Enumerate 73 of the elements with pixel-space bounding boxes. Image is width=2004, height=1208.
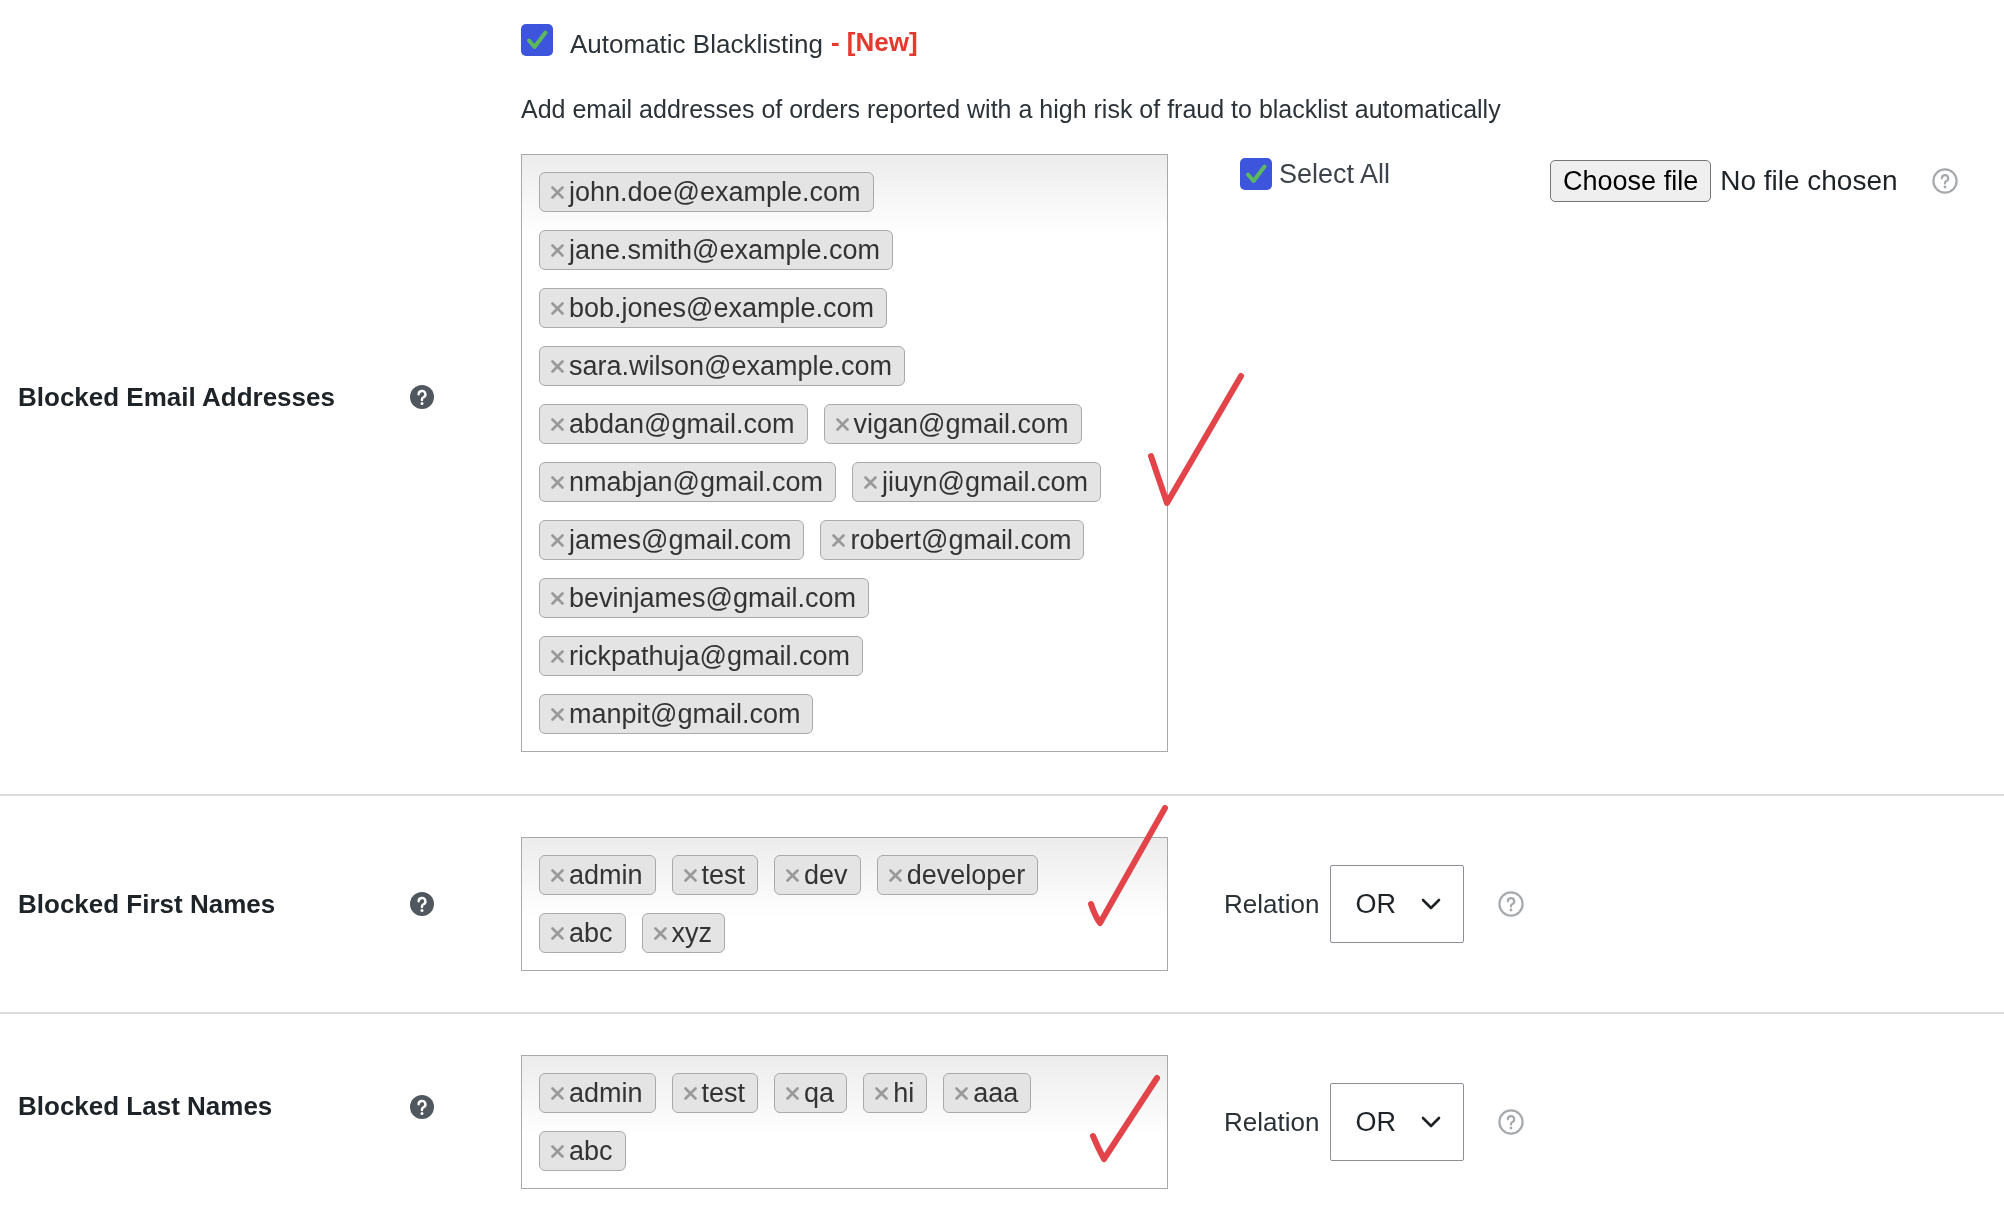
new-label: - [New] [830, 25, 918, 58]
tag-chip[interactable]: admin [539, 855, 656, 895]
close-icon[interactable] [551, 926, 564, 940]
tag-chip[interactable]: bevinjames@gmail.com [539, 578, 869, 618]
close-icon[interactable] [551, 243, 564, 257]
close-icon[interactable] [551, 185, 564, 199]
close-icon[interactable] [683, 868, 697, 882]
tag-chip[interactable]: john.doe@example.com [539, 172, 874, 212]
close-icon[interactable] [786, 1086, 800, 1100]
tag-chip[interactable]: nmabjan@gmail.com [539, 462, 836, 502]
name-tags-field[interactable]: admin test qa hi aaa abc [521, 1055, 1168, 1189]
tag-chip[interactable]: aaa [943, 1073, 1032, 1113]
name-tags-field[interactable]: admin test dev developer abc xyz [521, 837, 1168, 971]
close-icon[interactable] [835, 417, 849, 431]
close-icon[interactable] [551, 475, 564, 489]
tag-chip[interactable]: vigan@gmail.com [823, 404, 1082, 444]
field-label: Blocked First Names [18, 888, 277, 920]
chevron-down-icon[interactable] [1421, 898, 1442, 910]
relation-dropdown[interactable]: OR [1330, 865, 1465, 943]
close-icon[interactable] [551, 301, 564, 315]
tag-chip[interactable]: test [671, 855, 759, 895]
close-icon[interactable] [875, 1086, 889, 1100]
close-icon[interactable] [551, 417, 564, 431]
tag-chip[interactable]: test [671, 1073, 759, 1113]
close-icon[interactable] [551, 1144, 564, 1158]
help-icon[interactable] [410, 1094, 434, 1119]
tag-chip[interactable]: dev [774, 855, 861, 895]
checkbox-label: Automatic Blacklisting [570, 27, 823, 60]
tag-chip[interactable]: bob.jones@example.com [539, 288, 888, 328]
chevron-down-icon[interactable] [1421, 1116, 1442, 1128]
field-label: Blocked Last Names [18, 1091, 274, 1122]
tag-chip[interactable]: jane.smith@example.com [539, 230, 894, 270]
relation-label: Relation [1224, 888, 1320, 920]
close-icon[interactable] [832, 533, 846, 547]
close-icon[interactable] [551, 359, 564, 373]
tag-chip[interactable]: abdan@gmail.com [539, 404, 808, 444]
tag-chip[interactable]: admin [539, 1073, 656, 1113]
email-tags-field[interactable] [521, 154, 1168, 752]
checkbox[interactable] [521, 24, 553, 56]
tag-chip[interactable]: hi [863, 1073, 928, 1113]
close-icon[interactable] [551, 868, 564, 882]
tag-chip[interactable]: abc [539, 913, 626, 953]
close-icon[interactable] [551, 1086, 564, 1100]
tag-chip[interactable]: james@gmail.com [539, 520, 805, 560]
relation-dropdown[interactable]: OR [1330, 1083, 1465, 1161]
close-icon[interactable] [551, 533, 564, 547]
close-icon[interactable] [683, 1086, 697, 1100]
close-icon[interactable] [786, 868, 800, 882]
close-icon[interactable] [653, 926, 667, 940]
field-description: Add email addresses of orders reported with a high risk of fraud to blacklist automatically [521, 94, 1502, 124]
tag-chip[interactable]: qa [774, 1073, 848, 1113]
checkbox[interactable] [1240, 158, 1272, 190]
tag-chip[interactable]: abc [539, 1131, 626, 1171]
choose-file-button[interactable]: Choose file [1550, 160, 1712, 202]
tag-chip[interactable]: sara.wilson@example.com [539, 346, 906, 386]
close-icon[interactable] [955, 1086, 969, 1100]
tag-chip[interactable]: manpit@gmail.com [539, 694, 814, 734]
tag-chip[interactable]: rickpathuja@gmail.com [539, 636, 863, 676]
close-icon[interactable] [888, 868, 902, 882]
field-label: Blocked Email Addresses [18, 381, 336, 413]
close-icon[interactable] [864, 475, 877, 489]
tag-chip[interactable]: jiuyn@gmail.com [852, 462, 1101, 502]
help-icon[interactable] [410, 892, 434, 916]
tag-chip[interactable]: robert@gmail.com [820, 520, 1085, 560]
tag-chip[interactable]: xyz [641, 913, 726, 953]
close-icon[interactable] [551, 591, 564, 605]
file-status-text: No file chosen [1720, 165, 1898, 197]
relation-label: Relation [1224, 1106, 1320, 1138]
help-icon[interactable] [410, 385, 434, 409]
tag-chip[interactable]: developer [876, 855, 1039, 895]
checkbox-label: Select All [1279, 158, 1391, 190]
close-icon[interactable] [551, 707, 564, 721]
close-icon[interactable] [551, 649, 564, 663]
